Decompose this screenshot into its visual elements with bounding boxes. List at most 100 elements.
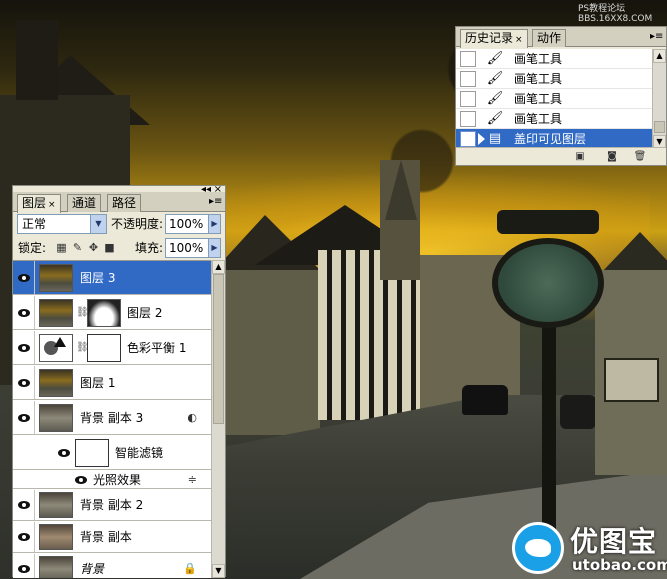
tab-label: 历史记录 [465, 31, 514, 45]
blend-mode-select[interactable]: 正常 ▼ [17, 214, 107, 234]
lock-icon: 🔒 [183, 562, 197, 575]
layer-row[interactable]: 背景 副本 2 [13, 490, 211, 521]
smart-object-thumbnail [39, 404, 73, 432]
history-item-selected[interactable]: ▤ 盖印可见图层 [456, 129, 654, 149]
history-item-label: 画笔工具 [514, 112, 563, 126]
history-brush-source-checkbox[interactable] [460, 131, 476, 147]
visibility-eye-icon[interactable] [13, 490, 35, 520]
scroll-thumb[interactable] [654, 121, 665, 133]
history-tabbar: 历史记录 × 动作 ▸≡ [456, 27, 666, 48]
visibility-eye-icon[interactable] [13, 522, 35, 552]
chevron-right-icon[interactable]: ▶ [208, 215, 220, 233]
layer-row[interactable]: ⛓ 色彩平衡 1 [13, 331, 211, 365]
layer-name: 图层 1 [80, 375, 116, 390]
tab-actions[interactable]: 动作 [532, 29, 567, 47]
layer-row[interactable]: 图层 3 [13, 261, 211, 295]
scroll-up-icon[interactable]: ▲ [212, 260, 225, 274]
lock-row: 锁定: ▦ ✎ ✥ ■ 填充: 100% ▶ [13, 238, 225, 262]
opacity-value: 100% [169, 217, 204, 231]
history-brush-source-checkbox[interactable] [460, 51, 476, 67]
scroll-up-icon[interactable]: ▲ [653, 49, 666, 63]
visibility-eye-icon[interactable] [13, 401, 35, 434]
lock-image-icon[interactable]: ✎ [71, 241, 84, 255]
layer-name: 智能滤镜 [115, 445, 164, 460]
logo-url: utobao.com [572, 556, 667, 574]
history-item[interactable]: 🖌 画笔工具 [456, 109, 654, 129]
tab-history[interactable]: 历史记录 × [460, 29, 528, 48]
layers-tabbar: 图层 × 通道 路径 ▸≡ [13, 192, 225, 213]
brush-icon: 🖌 [486, 111, 504, 126]
layer-row[interactable]: 图层 1 [13, 366, 211, 400]
filter-effect-row[interactable]: 光照效果 ≑ [13, 471, 211, 489]
history-item-label: 盖印可见图层 [514, 132, 587, 146]
chevron-down-icon[interactable]: ▼ [90, 215, 106, 233]
layer-thumbnail [39, 524, 73, 550]
history-palette: 历史记录× 动作 ▸≡ 🖌 画笔工具 🖌 画笔工具 🖌 画笔工具 🖌 画笔工具 [455, 26, 667, 166]
layer-mask-thumbnail[interactable] [87, 334, 121, 362]
history-brush-source-checkbox[interactable] [460, 71, 476, 87]
lock-all-icon[interactable]: ■ [103, 241, 116, 255]
tab-label: 动作 [537, 31, 562, 45]
smart-filter-icon[interactable]: ◐ [187, 411, 197, 424]
layer-name: 色彩平衡 1 [127, 340, 187, 355]
forum-watermark: PS教程论坛 BBS.16XX8.COM [578, 4, 652, 24]
tab-close-icon[interactable]: × [48, 200, 56, 210]
fill-value: 100% [169, 241, 204, 255]
utobao-logo: 优图宝 utobao.com [510, 518, 667, 578]
snapshot-icon[interactable]: ◙ [604, 150, 620, 163]
visibility-eye-icon[interactable] [13, 261, 35, 294]
layer-mask-thumbnail[interactable] [87, 299, 121, 327]
layer-row[interactable]: 背景 🔒 [13, 554, 211, 578]
smart-filter-row[interactable]: 智能滤镜 [13, 436, 211, 470]
tab-layers[interactable]: 图层 × [17, 194, 61, 213]
tab-close-icon[interactable]: × [515, 35, 523, 45]
history-scrollbar[interactable]: ▲ ▼ [652, 49, 666, 149]
lock-transparent-icon[interactable]: ▦ [55, 241, 68, 255]
visibility-eye-icon[interactable] [58, 448, 70, 457]
trash-icon[interactable]: 🗑 [632, 150, 648, 163]
new-document-from-state-icon[interactable]: ▣ [572, 150, 588, 163]
blend-mode-value: 正常 [22, 217, 47, 231]
scroll-down-icon[interactable]: ▼ [212, 564, 225, 578]
layer-row[interactable]: ⛓ 图层 2 [13, 296, 211, 330]
history-brush-source-checkbox[interactable] [460, 111, 476, 127]
visibility-eye-icon[interactable] [13, 296, 35, 329]
stamp-layer-icon: ▤ [488, 131, 502, 146]
visibility-eye-icon[interactable] [13, 554, 35, 578]
history-item[interactable]: 🖌 画笔工具 [456, 49, 654, 69]
history-item[interactable]: 🖌 画笔工具 [456, 69, 654, 89]
layer-name: 光照效果 [93, 472, 142, 487]
visibility-eye-icon[interactable] [13, 366, 35, 399]
chevron-right-icon[interactable]: ▶ [208, 239, 220, 257]
notice-board [604, 358, 659, 402]
history-list: 🖌 画笔工具 🖌 画笔工具 🖌 画笔工具 🖌 画笔工具 ▤ 盖印可见图层 [456, 49, 654, 149]
fill-input[interactable]: 100% ▶ [165, 238, 221, 258]
history-item[interactable]: 🖌 画笔工具 [456, 89, 654, 109]
stone-house [225, 270, 320, 435]
scroll-thumb[interactable] [213, 274, 224, 424]
layers-scrollbar[interactable]: ▲ ▼ [211, 260, 225, 578]
palette-menu-icon[interactable]: ▸≡ [650, 31, 663, 43]
adjustment-layer-icon [39, 334, 73, 362]
history-item-label: 画笔工具 [514, 72, 563, 86]
layer-name: 背景 副本 2 [80, 498, 144, 512]
filter-mask-thumbnail[interactable] [75, 439, 109, 467]
layer-name: 背景 副本 [80, 530, 132, 544]
opacity-input[interactable]: 100% ▶ [165, 214, 221, 234]
tab-channels[interactable]: 通道 [67, 194, 102, 212]
history-brush-source-checkbox[interactable] [460, 91, 476, 107]
layer-row[interactable]: 背景 副本 [13, 522, 211, 553]
visibility-eye-icon[interactable] [13, 331, 35, 364]
layer-row[interactable]: 背景 副本 3 ◐ [13, 401, 211, 435]
history-item-label: 画笔工具 [514, 92, 563, 106]
lock-position-icon[interactable]: ✥ [87, 241, 100, 255]
layer-thumbnail [39, 264, 73, 292]
tab-paths[interactable]: 路径 [107, 194, 142, 212]
layer-list: 图层 3 ⛓ 图层 2 ⛓ 色彩平衡 1 图层 1 背景 副本 3 ◐ 智能滤镜… [13, 260, 211, 578]
visibility-eye-icon[interactable] [75, 475, 87, 484]
lock-label: 锁定: [18, 241, 47, 255]
church-spire [385, 160, 417, 220]
palette-menu-icon[interactable]: ▸≡ [209, 196, 222, 208]
layer-name: 图层 3 [80, 270, 116, 285]
filter-blending-options-icon[interactable]: ≑ [188, 473, 197, 486]
